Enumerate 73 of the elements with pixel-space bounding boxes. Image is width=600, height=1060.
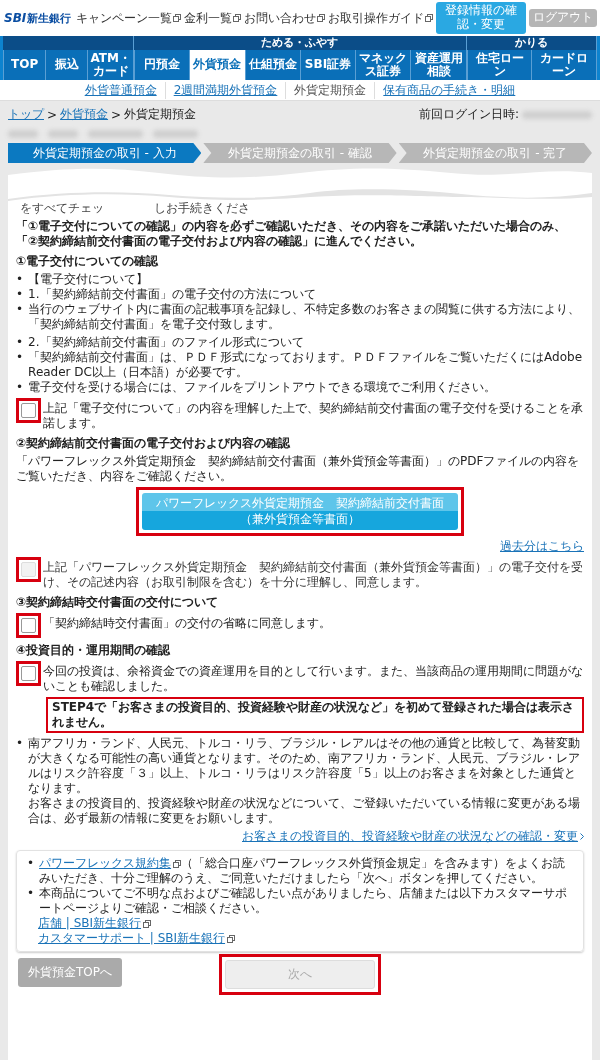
- intro-text-fragment: をすべてチェッ: [20, 201, 104, 216]
- bullet-text: 1.「契約締結前交付書面」の電子交付の方法について: [28, 287, 316, 302]
- text-link[interactable]: 店舗 | SBI新生銀行: [38, 916, 152, 932]
- external-link-icon: [143, 919, 152, 928]
- chevron-right-icon: [580, 833, 584, 841]
- checkbox-label: 上記「電子交付について」の内容を理解した上で、契約締結前交付書面の電子交付を受けることを承諾します。: [43, 400, 584, 431]
- bullet-text: 当行のウェブサイト内に書面の記載事項を記録し、不特定多数のお客さまの閲覧に供する方法により、「契約締結前交付書面」を電子交付致します。: [28, 302, 582, 332]
- pdf-document-button[interactable]: パワーフレックス外貨定期預金 契約締結前交付書面 （兼外貨預金等書面）: [142, 493, 458, 531]
- section-heading: ①電子交付についての確認: [16, 254, 160, 269]
- bullet-marker: •: [16, 335, 24, 350]
- bullet-marker: •: [27, 886, 35, 902]
- intro-text-fragment: しお手続きくださ: [154, 201, 250, 216]
- bullet-marker: •: [16, 350, 24, 365]
- bullet-marker: •: [16, 287, 24, 302]
- header-link[interactable]: お問い合わせ: [244, 9, 325, 27]
- section-heading: ③契約締結時交付書面の交付について: [16, 595, 220, 611]
- breadcrumb-item[interactable]: 外貨定期預金: [124, 106, 197, 123]
- bullet-marker: •: [16, 380, 24, 395]
- text-link[interactable]: カスタマーサポート | SBI新生銀行: [38, 931, 236, 947]
- header-link[interactable]: 金利一覧: [184, 9, 241, 27]
- header-link[interactable]: キャンペーン一覧: [76, 9, 181, 27]
- logo-text: 新生銀行: [27, 10, 72, 26]
- progress-step: 外貨定期預金の取引 - 入力: [8, 143, 202, 163]
- header-link[interactable]: お取引操作ガイド: [328, 9, 433, 27]
- bullet-marker: •: [16, 272, 24, 287]
- external-link-icon: [233, 14, 241, 22]
- bullet-text: 電子交付を受ける場合には、ファイルをプリントアウトできる環境でご利用ください。: [28, 380, 497, 395]
- section-heading: ④投資目的・運用期間の確認: [16, 643, 172, 659]
- text-link[interactable]: 過去分はこちら: [500, 539, 584, 555]
- progress-step: 外貨定期預金の取引 - 完了: [398, 143, 592, 163]
- bullet-marker: •: [16, 302, 24, 317]
- external-link-icon: [317, 14, 325, 22]
- checkbox[interactable]: [21, 403, 36, 418]
- account-settings-button[interactable]: 登録情報の確認・変更: [436, 2, 526, 34]
- section-heading: ②契約締結前交付書面の電子交付および内容の確認: [16, 436, 292, 451]
- blurred-block: [522, 110, 592, 119]
- external-link-icon: [425, 14, 433, 22]
- info-text: パワーフレックス規約集 （「総合口座パワーフレックス外貨預金規定」を含みます）をよくお読みいただき、十分ご理解のうえ、ご同意いただけましたら「次へ」ボタンを押してください。: [39, 856, 567, 887]
- bullet-marker: •: [16, 736, 24, 752]
- notice-text: 「①電子交付についての確認」の内容を必ずご確認いただき、その内容をご承諾いただいた場合のみ、「②契約締結前交付書面の電子交付および内容の確認」に進んでください。: [16, 219, 568, 249]
- checkbox[interactable]: [21, 618, 36, 634]
- subnav-link[interactable]: 2週間満期外貨預金: [164, 81, 286, 99]
- annotation-callout: STEP4で「お客さまの投資目的、投資経験や財産の状況など」を初めて登録された場合は表示されません。: [46, 697, 584, 734]
- bullet-text: 2.「契約締結前交付書面」のファイル形式について: [28, 335, 304, 350]
- breadcrumb-item[interactable]: 外貨預金: [60, 106, 109, 123]
- instruction-text: 「パワーフレックス外貨定期預金 契約締結前交付書面（兼外貨預金等書面）」のPDFファイルの内容をご覧いただき、内容をご確認ください。: [16, 454, 581, 484]
- note-text: 南アフリカ・ランド、人民元、トルコ・リラ、ブラジル・レアルはその他の通貨と比較して、為替変動が大きくなる可能性の高い通貨となります。そのため、南アフリカ・ランド、人民元、ブラジル・レアルはリスク許容度「３」以上、トルコ・リラはリスク許容度「5」以上のお客さまを対象とした通貨となります。: [28, 736, 582, 797]
- external-link-icon: [173, 859, 182, 868]
- subnav-link[interactable]: 保有商品の手続き・明細: [374, 81, 524, 99]
- subnav-link[interactable]: 外貨普通預金: [76, 81, 165, 99]
- bullet-marker: •: [27, 856, 35, 872]
- nav-group-label: かりる: [466, 36, 596, 50]
- progress-step: 外貨定期預金の取引 - 確認: [203, 143, 397, 163]
- checkbox-label: 上記「パワーフレックス外貨定期預金 契約締結前交付書面（兼外貨預金等書面）」の電子交付を受け、その記述内容（お取引制限を含む）を十分に理解し、同意します。: [43, 559, 584, 591]
- external-link-icon: [227, 934, 236, 943]
- text-link[interactable]: お客さまの投資目的、投資経験や財産の状況などの確認・変更: [242, 829, 584, 845]
- checkbox-label: 「契約締結時交付書面」の交付の省略に同意します。: [43, 615, 331, 632]
- subnav-link[interactable]: 外貨定期預金: [285, 81, 375, 99]
- note-text: お客さまの投資目的、投資経験や財産の状況などについて、ご登録いただいている情報に変更がある場合は、必ず最新の情報に変更をお願いします。: [28, 796, 582, 827]
- info-text: 本商品についてご不明な点およびご確認したい点がありましたら、店舗または以下カスタマーサポートページよりご確認・ご相談ください。: [39, 886, 569, 917]
- breadcrumb-separator: >: [111, 107, 122, 122]
- last-login-label: 前回ログイン日時:: [418, 106, 519, 123]
- text-link[interactable]: パワーフレックス規約集: [39, 856, 182, 872]
- nav-group-label: ためる・ふやす: [133, 36, 466, 50]
- checkbox-label: 今回の投資は、余裕資金での資産運用を目的として行います。また、当該商品の運用期間に問題がないことも確認しました。: [43, 663, 584, 695]
- checkbox[interactable]: [21, 666, 36, 682]
- nav-tab[interactable]: 外貨預金: [189, 50, 245, 80]
- breadcrumb-item[interactable]: トップ: [8, 106, 44, 123]
- logo-mark: SBI: [4, 11, 27, 25]
- bullet-text: 【電子交付について】: [28, 272, 149, 287]
- breadcrumb-separator: >: [47, 107, 58, 122]
- external-link-icon: [173, 14, 181, 22]
- bullet-text: 「契約締結前交付書面」は、ＰＤＦ形式になっております。ＰＤＦファイルをご覧いただくにはAdobe Reader DC以上（日本語）が必要です。: [28, 350, 584, 380]
